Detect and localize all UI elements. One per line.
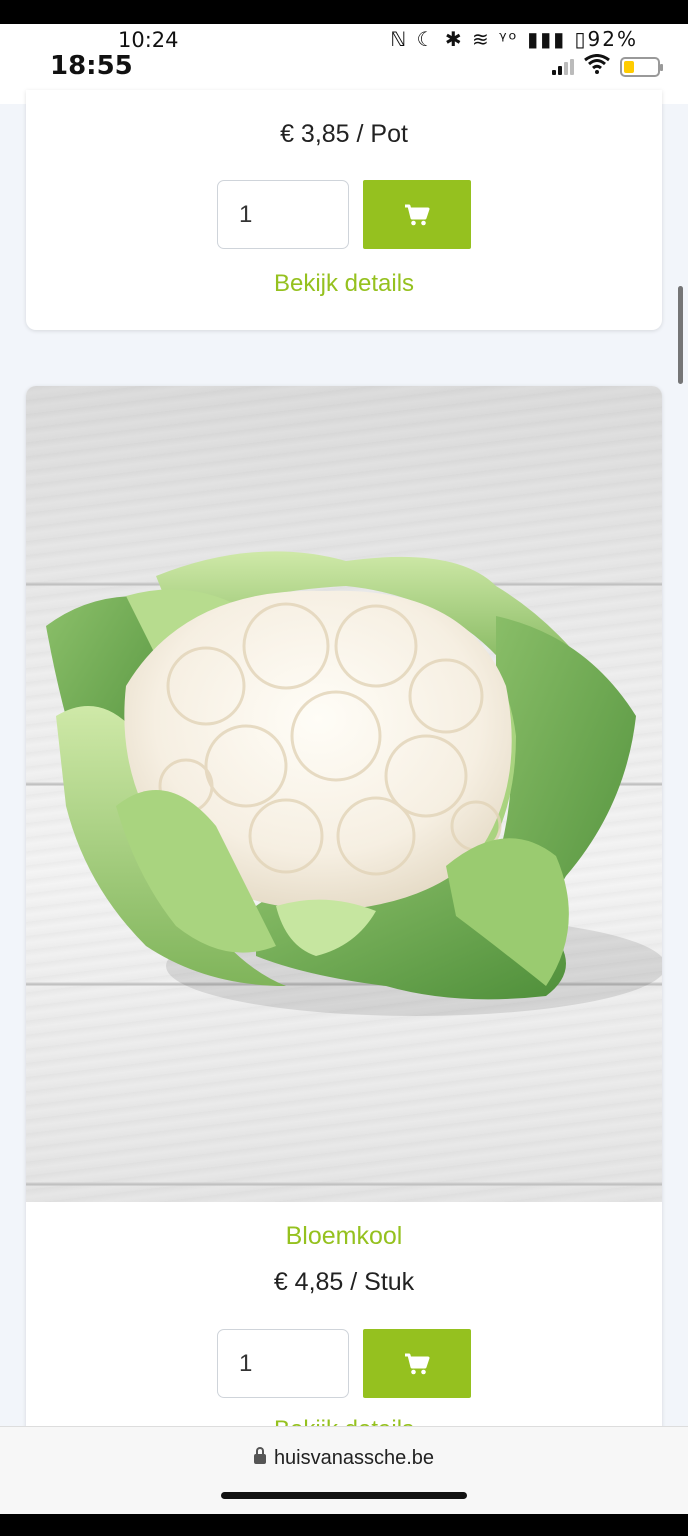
cauliflower-illustration <box>46 551 662 1016</box>
browser-address-bar[interactable]: huisvanassche.be <box>0 1426 688 1514</box>
quantity-input[interactable]: 1 <box>217 1329 349 1398</box>
battery-icon <box>620 57 663 77</box>
outer-clock: 10:24 <box>118 28 179 52</box>
signal-icon <box>552 59 574 75</box>
product-card: € 3,85 / Pot 1 Bekijk details <box>26 90 662 330</box>
shopping-cart-icon <box>405 204 430 225</box>
add-to-cart-button[interactable] <box>363 1329 471 1398</box>
quantity-input[interactable]: 1 <box>217 180 349 249</box>
system-nav-strip <box>0 1514 688 1536</box>
page-scrollbar[interactable] <box>678 286 683 384</box>
status-icons <box>552 54 663 80</box>
clock: 18:55 <box>50 51 133 81</box>
shopping-cart-icon <box>405 1353 430 1374</box>
product-name[interactable]: Bloemkool <box>26 1222 662 1251</box>
home-indicator[interactable] <box>221 1492 467 1499</box>
system-status-strip <box>0 0 688 24</box>
product-price: € 3,85 / Pot <box>280 120 408 148</box>
url-display[interactable]: huisvanassche.be <box>0 1447 688 1470</box>
view-details-link[interactable]: Bekijk details <box>26 270 662 298</box>
product-image[interactable] <box>26 386 662 1202</box>
outer-status-icons: ℕ ☾ ✱ ≋ ᵞᵒ ▮▮▮ ▯92% <box>390 27 638 51</box>
url-text: huisvanassche.be <box>273 1447 435 1469</box>
lock-icon <box>253 1447 266 1464</box>
product-card: Bloemkool € 4,85 / Stuk 1 Bekijk details <box>26 386 662 1486</box>
product-price: € 4,85 / Stuk <box>273 1268 415 1296</box>
add-to-cart-button[interactable] <box>363 180 471 249</box>
wifi-icon <box>584 54 610 80</box>
